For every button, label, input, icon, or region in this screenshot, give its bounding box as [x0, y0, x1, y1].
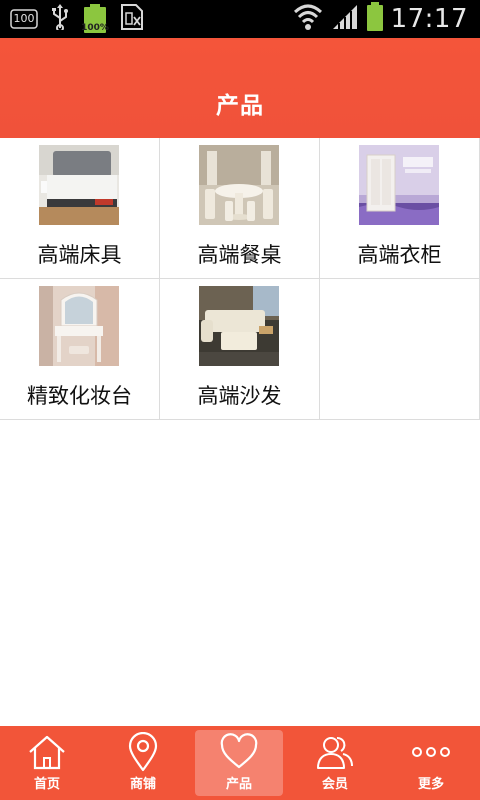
- nav-more-label: 更多: [417, 777, 444, 792]
- nav-members-label: 会员: [321, 777, 348, 792]
- more-dots-icon: [412, 747, 450, 757]
- location-pin-icon: [128, 732, 158, 772]
- clock-time: 17:17: [390, 4, 468, 34]
- notification-count-icon: 100: [10, 9, 38, 29]
- home-icon: [29, 735, 65, 770]
- product-item-bed[interactable]: 高端床具: [0, 138, 160, 279]
- product-label[interactable]: 高端床具: [0, 240, 159, 270]
- sim-card-icon: [120, 3, 144, 35]
- product-item-wardrobe[interactable]: 高端衣柜: [320, 138, 480, 279]
- battery-percent-text: 100%: [81, 23, 109, 33]
- status-bar-left: 100 100%: [10, 0, 144, 38]
- users-icon: [317, 737, 353, 769]
- page-title: 产品: [216, 93, 264, 119]
- battery-full-icon: 100%: [81, 4, 109, 34]
- product-label[interactable]: 高端沙发: [160, 381, 319, 411]
- app-header: 产品: [0, 38, 480, 138]
- nav-shops[interactable]: 商铺: [99, 730, 187, 796]
- status-bar: 100 100% 17:17: [0, 0, 480, 38]
- product-image-bed[interactable]: [39, 145, 119, 225]
- heart-icon: [220, 733, 258, 769]
- bottom-nav: 首页 商铺 产品 会员 更多: [0, 726, 480, 800]
- nav-shops-label: 商铺: [129, 777, 156, 792]
- wifi-icon: [293, 3, 323, 35]
- product-image-dining-table[interactable]: [199, 145, 279, 225]
- notification-count-text: 100: [13, 12, 35, 25]
- nav-members[interactable]: 会员: [291, 730, 379, 796]
- nav-home-label: 首页: [33, 777, 60, 792]
- product-image-sofa[interactable]: [199, 286, 279, 366]
- product-image-wardrobe[interactable]: [359, 145, 439, 225]
- product-grid-empty-cell: [320, 279, 480, 420]
- product-label[interactable]: 高端衣柜: [320, 240, 479, 270]
- product-grid: 高端床具 高端餐桌 高端衣柜 精致化妆台 高端沙发: [0, 138, 480, 422]
- product-label[interactable]: 高端餐桌: [160, 240, 319, 270]
- product-item-dining-table[interactable]: 高端餐桌: [160, 138, 320, 279]
- usb-icon: [50, 4, 70, 34]
- nav-home[interactable]: 首页: [3, 730, 91, 796]
- nav-products[interactable]: 产品: [195, 730, 283, 796]
- signal-strength-icon: [331, 3, 359, 35]
- product-item-sofa[interactable]: 高端沙发: [160, 279, 320, 420]
- product-label[interactable]: 精致化妆台: [0, 381, 159, 411]
- nav-products-label: 产品: [225, 777, 252, 792]
- nav-more[interactable]: 更多: [387, 730, 475, 796]
- battery-icon: [366, 2, 383, 36]
- status-bar-right: 17:17: [293, 0, 468, 38]
- product-image-dressing-table[interactable]: [39, 286, 119, 366]
- product-item-dressing-table[interactable]: 精致化妆台: [0, 279, 160, 420]
